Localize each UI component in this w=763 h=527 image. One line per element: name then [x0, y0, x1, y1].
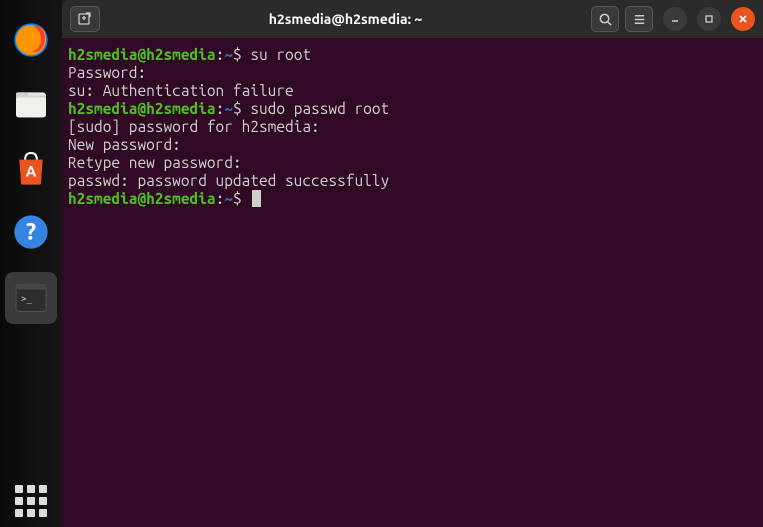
prompt-sep: :: [216, 100, 225, 117]
prompt-symbol: $: [233, 46, 250, 63]
cursor: [252, 190, 261, 207]
shopping-bag-icon: A: [11, 148, 51, 188]
terminal-window: h2smedia@h2smedia: ~: [62, 0, 763, 527]
titlebar-right: [591, 6, 755, 32]
dock-item-firefox[interactable]: [7, 16, 55, 64]
prompt-sep: :: [216, 46, 225, 63]
prompt-user: h2smedia@h2smedia: [68, 190, 216, 207]
prompt-path: ~: [224, 100, 233, 117]
prompt-symbol: $: [233, 190, 250, 207]
folder-icon: [11, 84, 51, 124]
svg-text:?: ?: [26, 219, 36, 245]
prompt-sep: :: [216, 190, 225, 207]
prompt-path: ~: [224, 46, 233, 63]
prompt-user: h2smedia@h2smedia: [68, 100, 216, 117]
dock-item-help[interactable]: ?: [7, 208, 55, 256]
menu-button[interactable]: [625, 6, 653, 32]
close-button[interactable]: [731, 7, 755, 31]
svg-text:A: A: [26, 162, 37, 179]
output-line: Password:: [68, 64, 146, 81]
new-tab-icon: [77, 11, 93, 27]
apps-grid-icon: [15, 485, 47, 517]
help-icon: ?: [11, 212, 51, 252]
minimize-icon: [669, 13, 681, 25]
titlebar-left: [70, 6, 100, 32]
dock-item-terminal[interactable]: >_: [5, 272, 57, 324]
dock: A ? >_: [0, 0, 62, 527]
search-button[interactable]: [591, 6, 619, 32]
window-title: h2smedia@h2smedia: ~: [100, 11, 591, 27]
maximize-icon: [703, 13, 715, 25]
svg-text:>_: >_: [21, 293, 33, 304]
maximize-button[interactable]: [697, 7, 721, 31]
hamburger-icon: [632, 12, 647, 27]
prompt-symbol: $: [233, 100, 250, 117]
output-line: Retype new password:: [68, 154, 242, 171]
firefox-icon: [11, 20, 51, 60]
output-line: su: Authentication failure: [68, 82, 294, 99]
output-line: New password:: [68, 136, 181, 153]
search-icon: [598, 12, 613, 27]
close-icon: [737, 13, 749, 25]
new-tab-button[interactable]: [70, 6, 100, 32]
terminal-body[interactable]: h2smedia@h2smedia:~$ su root Password: s…: [62, 38, 763, 527]
terminal-icon: >_: [11, 278, 51, 318]
dock-apps-button[interactable]: [0, 485, 62, 517]
prompt-user: h2smedia@h2smedia: [68, 46, 216, 63]
titlebar: h2smedia@h2smedia: ~: [62, 0, 763, 38]
prompt-path: ~: [224, 190, 233, 207]
dock-item-files[interactable]: [7, 80, 55, 128]
output-line: [sudo] password for h2smedia:: [68, 118, 320, 135]
command-text: su root: [250, 46, 311, 63]
dock-item-software[interactable]: A: [7, 144, 55, 192]
minimize-button[interactable]: [663, 7, 687, 31]
command-text: sudo passwd root: [250, 100, 389, 117]
output-line: passwd: password updated successfully: [68, 172, 389, 189]
